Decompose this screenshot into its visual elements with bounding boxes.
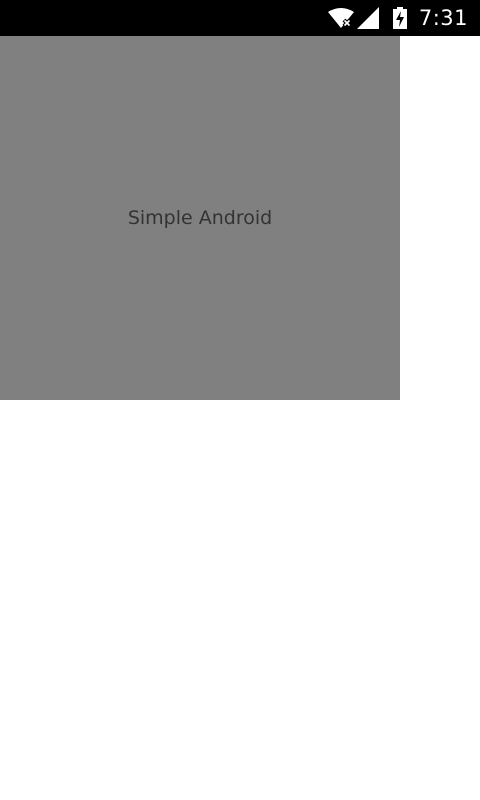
status-bar: 7:31 (0, 0, 480, 36)
content-label: Simple Android (127, 207, 273, 229)
battery-charging-icon (392, 7, 407, 29)
status-icons: 7:31 (327, 0, 468, 36)
signal-icon (356, 7, 379, 29)
wifi-icon (327, 8, 354, 28)
content-panel: Simple Android (0, 36, 400, 400)
status-clock: 7:31 (418, 6, 468, 30)
screen: 7:31 Simple Android (0, 0, 480, 800)
